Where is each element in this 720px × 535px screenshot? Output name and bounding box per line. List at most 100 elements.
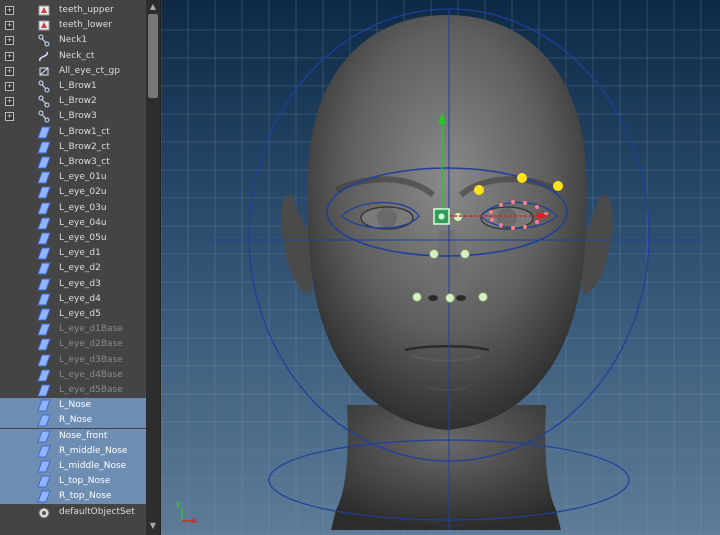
set-icon (37, 445, 51, 458)
outliner-item[interactable]: L_eye_d3 (0, 277, 146, 292)
outliner-item[interactable]: L_Brow3_ct (0, 155, 146, 170)
outliner-item[interactable]: L_middle_Nose (0, 459, 146, 474)
outliner-item-label: L_Brow2_ct (59, 142, 110, 152)
outliner-item-label: L_Nose (59, 400, 91, 410)
joint-icon (37, 34, 51, 47)
outliner-item[interactable]: L_eye_d5Base (0, 383, 146, 398)
expand-toggle-icon[interactable]: + (5, 82, 14, 91)
outliner-item-label: L_eye_d5Base (59, 385, 123, 395)
outliner-item[interactable]: L_eye_01u (0, 170, 146, 185)
outliner-item[interactable]: L_eye_d2Base (0, 337, 146, 352)
brow-control-1[interactable] (474, 185, 484, 195)
outliner-item[interactable]: L_Brow1_ct (0, 125, 146, 140)
outliner-item-label: defaultObjectSet (59, 507, 135, 517)
outliner-item[interactable]: L_eye_05u (0, 231, 146, 246)
axis-x-label: x (192, 516, 198, 525)
outliner-item-label: L_Brow2 (59, 96, 97, 106)
brow-control-3[interactable] (553, 181, 563, 191)
outliner-item-label: L_eye_04u (59, 218, 107, 228)
outliner-item[interactable]: + teeth_lower (0, 18, 146, 33)
group-icon (37, 65, 51, 78)
set-icon (37, 141, 51, 154)
expand-toggle-icon[interactable]: + (5, 67, 14, 76)
outliner-item-label: All_eye_ct_gp (59, 66, 120, 76)
expand-toggle-icon[interactable]: + (5, 52, 14, 61)
outliner-item-label: L_eye_02u (59, 187, 107, 197)
outliner-item-label: L_eye_05u (59, 233, 107, 243)
outliner-item[interactable]: L_Nose (0, 398, 146, 413)
outliner-item-label: R_middle_Nose (59, 446, 128, 456)
outliner-item-label: L_Brow1 (59, 81, 97, 91)
outliner-item-label: L_eye_d1 (59, 248, 101, 258)
outliner-item[interactable]: L_eye_d4 (0, 292, 146, 307)
outliner-item[interactable]: L_eye_03u (0, 201, 146, 216)
outliner-scrollbar[interactable]: ▲ ▼ (146, 0, 160, 535)
outliner-item-label: L_eye_01u (59, 172, 107, 182)
set-icon (37, 384, 51, 397)
outliner-item[interactable]: defaultObjectSet (0, 505, 146, 520)
set-icon (37, 399, 51, 412)
head-mesh[interactable] (281, 15, 613, 530)
outliner-item[interactable]: + L_Brow1 (0, 79, 146, 94)
mesh-icon (37, 4, 51, 17)
outliner-item[interactable]: L_eye_04u (0, 216, 146, 231)
set-icon (37, 338, 51, 351)
set-icon (37, 460, 51, 473)
outliner-item[interactable]: L_eye_d1 (0, 246, 146, 261)
set-icon (37, 171, 51, 184)
outliner-item-label: L_eye_d2Base (59, 339, 123, 349)
outliner-item[interactable]: L_eye_02u (0, 185, 146, 200)
outliner-item[interactable]: L_eye_d3Base (0, 353, 146, 368)
outliner-item[interactable]: L_eye_d5 (0, 307, 146, 322)
outliner-panel: + teeth_upper + teeth_lower + Neck1 + Neck_ct + A… (0, 0, 161, 535)
outliner-item[interactable]: L_eye_d1Base (0, 322, 146, 337)
outliner-item-label: L_eye_d1Base (59, 324, 123, 334)
set-icon (37, 217, 51, 230)
outliner-item-label: L_eye_d3Base (59, 355, 123, 365)
outliner-item[interactable]: + Neck_ct (0, 49, 146, 64)
outliner-item[interactable]: L_top_Nose (0, 474, 146, 489)
scroll-up-arrow-icon[interactable]: ▲ (148, 2, 158, 12)
outliner-item[interactable]: R_middle_Nose (0, 444, 146, 459)
set-icon (37, 414, 51, 427)
outliner-item[interactable]: + L_Brow2 (0, 94, 146, 109)
expand-toggle-icon[interactable]: + (5, 97, 14, 106)
viewport-scene (161, 0, 720, 535)
set-icon (37, 430, 51, 443)
mesh-icon (37, 19, 51, 32)
set-icon (37, 323, 51, 336)
curve-icon (37, 50, 51, 63)
scrollbar-thumb[interactable] (148, 14, 158, 98)
axis-y-label: y (176, 499, 182, 508)
outliner-item-label: L_top_Nose (59, 476, 111, 486)
set-icon (37, 232, 51, 245)
expand-toggle-icon[interactable]: + (5, 112, 14, 121)
3d-viewport[interactable]: y x (161, 0, 720, 535)
expand-toggle-icon[interactable]: + (5, 6, 14, 15)
outliner-item[interactable]: R_top_Nose (0, 489, 146, 504)
outliner-item-label: L_middle_Nose (59, 461, 127, 471)
expand-toggle-icon[interactable]: + (5, 36, 14, 45)
outliner-item[interactable]: R_Nose (0, 413, 146, 428)
set-icon (37, 186, 51, 199)
set-icon (37, 202, 51, 215)
expand-toggle-icon[interactable]: + (5, 21, 14, 30)
outliner-item[interactable]: L_eye_d2 (0, 261, 146, 276)
brow-control-2[interactable] (517, 173, 527, 183)
outliner-item[interactable]: + Neck1 (0, 33, 146, 48)
outliner-item[interactable]: + teeth_upper (0, 3, 146, 18)
outliner-item[interactable]: Nose_front (0, 429, 146, 444)
outliner-item[interactable]: L_Brow2_ct (0, 140, 146, 155)
outliner-item-label: Neck_ct (59, 51, 95, 61)
joint-icon (37, 95, 51, 108)
outliner-list: + teeth_upper + teeth_lower + Neck1 + Neck_ct + A… (0, 0, 146, 535)
outliner-item-label: L_eye_d5 (59, 309, 101, 319)
set-icon (37, 156, 51, 169)
scroll-down-arrow-icon[interactable]: ▼ (148, 521, 158, 531)
outliner-item[interactable]: + L_Brow3 (0, 109, 146, 124)
set-icon (37, 369, 51, 382)
outliner-item-label: L_eye_d3 (59, 279, 101, 289)
outliner-item[interactable]: L_eye_d4Base (0, 368, 146, 383)
set-icon (37, 293, 51, 306)
outliner-item[interactable]: + All_eye_ct_gp (0, 64, 146, 79)
